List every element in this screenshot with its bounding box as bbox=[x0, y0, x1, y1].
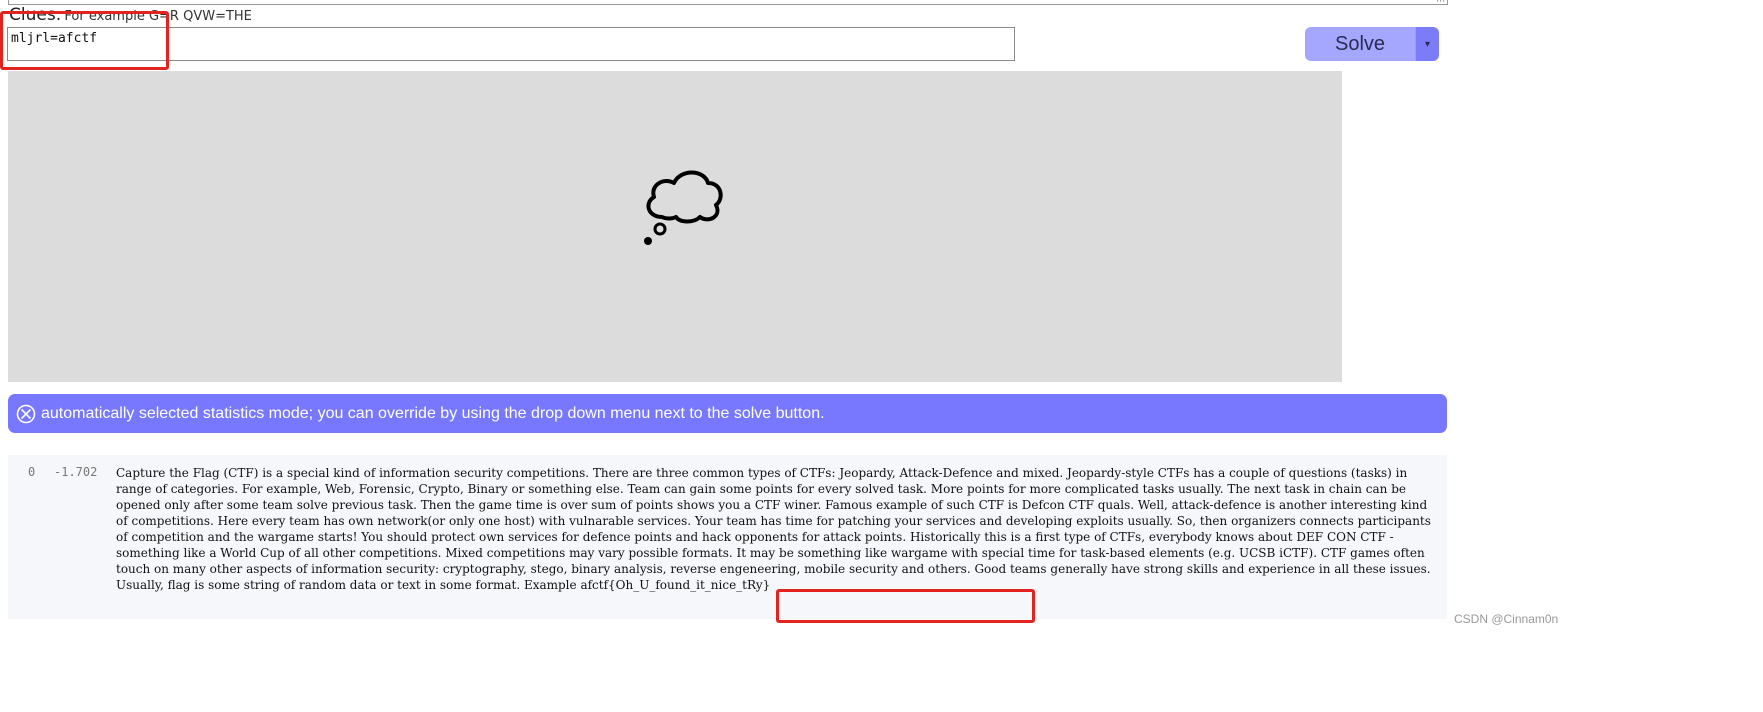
thinking-cloud-icon bbox=[644, 170, 723, 245]
result-plaintext: Capture the Flag (CTF) is a special kind… bbox=[116, 466, 1431, 592]
mode-notice-banner: automatically selected statistics mode; … bbox=[8, 394, 1447, 433]
highlight-box-clue bbox=[0, 11, 169, 70]
solve-button[interactable]: Solve bbox=[1305, 27, 1416, 61]
chevron-down-icon: ▾ bbox=[1424, 38, 1431, 50]
resize-grip-icon[interactable]: /// bbox=[1437, 0, 1446, 4]
banner-text: automatically selected statistics mode; … bbox=[41, 404, 825, 422]
result-score: -1.702 bbox=[54, 465, 98, 479]
close-circle-icon[interactable] bbox=[16, 404, 36, 424]
watermark: CSDN @Cinnam0n bbox=[1454, 612, 1559, 626]
solver-canvas bbox=[8, 71, 1342, 382]
result-index: 0 bbox=[28, 465, 36, 479]
result-row: 0 -1.702 Capture the Flag (CTF) is a spe… bbox=[8, 455, 1447, 619]
solve-mode-dropdown[interactable]: ▾ bbox=[1416, 27, 1439, 61]
highlight-box-flag bbox=[776, 589, 1035, 623]
page: /// Clues:For example G=R QVW=THE mljrl=… bbox=[0, 0, 1763, 712]
solve-button-group: Solve ▾ bbox=[1305, 27, 1439, 61]
